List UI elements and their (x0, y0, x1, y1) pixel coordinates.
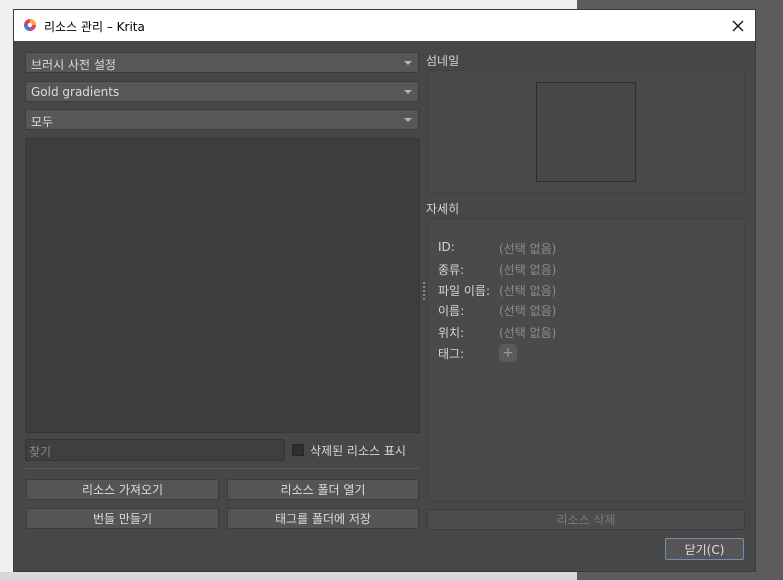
resource-manager-dialog: 리소스 관리 – Krita 브러시 사전 설정 Gold gradients … (13, 9, 756, 572)
show-deleted-checkbox[interactable] (292, 444, 304, 456)
detail-value-id: (선택 없음) (499, 242, 557, 256)
detail-label-location: 위치: (438, 326, 465, 340)
divider (25, 468, 420, 469)
delete-resource-button[interactable]: 리소스 삭제 (427, 509, 745, 530)
detail-label-filename: 파일 이름: (438, 284, 491, 298)
search-input[interactable]: 찾기 (25, 439, 285, 461)
details-panel: ID: (선택 없음) 종류: (선택 없음) 파일 이름: (선택 없음) 이… (427, 219, 745, 502)
krita-icon (24, 19, 36, 31)
detail-label-type: 종류: (438, 263, 465, 277)
show-deleted-label: 삭제된 리소스 표시 (310, 444, 406, 458)
search-placeholder: 찾기 (29, 445, 52, 459)
detail-label-tags: 태그: (438, 347, 465, 361)
detail-value-name: (선택 없음) (499, 304, 557, 318)
save-tags-to-folder-button[interactable]: 태그를 폴더에 저장 (227, 508, 419, 529)
close-icon (732, 20, 744, 31)
plus-icon: + (502, 345, 514, 361)
background-window-bottom (0, 572, 577, 580)
detail-label-id: ID: (438, 240, 455, 254)
close-button[interactable]: 닫기(C) (665, 538, 744, 560)
import-resources-button[interactable]: 리소스 가져오기 (26, 479, 219, 500)
thumbnail-panel (427, 70, 745, 193)
resource-list[interactable] (25, 138, 420, 433)
create-bundle-button[interactable]: 번들 만들기 (26, 508, 219, 529)
detail-value-filename: (선택 없음) (499, 284, 557, 298)
chevron-down-icon (404, 90, 412, 94)
tag-filter-value: 모두 (31, 115, 54, 129)
resource-type-select[interactable]: 브러시 사전 설정 (25, 52, 419, 73)
window-title: 리소스 관리 – Krita (44, 20, 145, 34)
open-resource-folder-button[interactable]: 리소스 폴더 열기 (227, 479, 419, 500)
chevron-down-icon (404, 61, 412, 65)
storage-value: Gold gradients (31, 85, 120, 99)
thumbnail-preview (536, 82, 636, 182)
detail-label-name: 이름: (438, 304, 465, 318)
splitter-handle[interactable] (423, 282, 425, 302)
storage-select[interactable]: Gold gradients (25, 81, 419, 102)
tag-filter-select[interactable]: 모두 (25, 109, 419, 130)
detail-value-location: (선택 없음) (499, 326, 557, 340)
thumbnail-label: 섬네일 (426, 54, 460, 68)
close-window-button[interactable] (721, 10, 755, 41)
add-tag-button[interactable]: + (499, 344, 517, 362)
detail-value-type: (선택 없음) (499, 263, 557, 277)
chevron-down-icon (404, 118, 412, 122)
details-label: 자세히 (426, 202, 460, 216)
resource-type-value: 브러시 사전 설정 (31, 58, 116, 72)
title-bar: 리소스 관리 – Krita (14, 10, 755, 41)
